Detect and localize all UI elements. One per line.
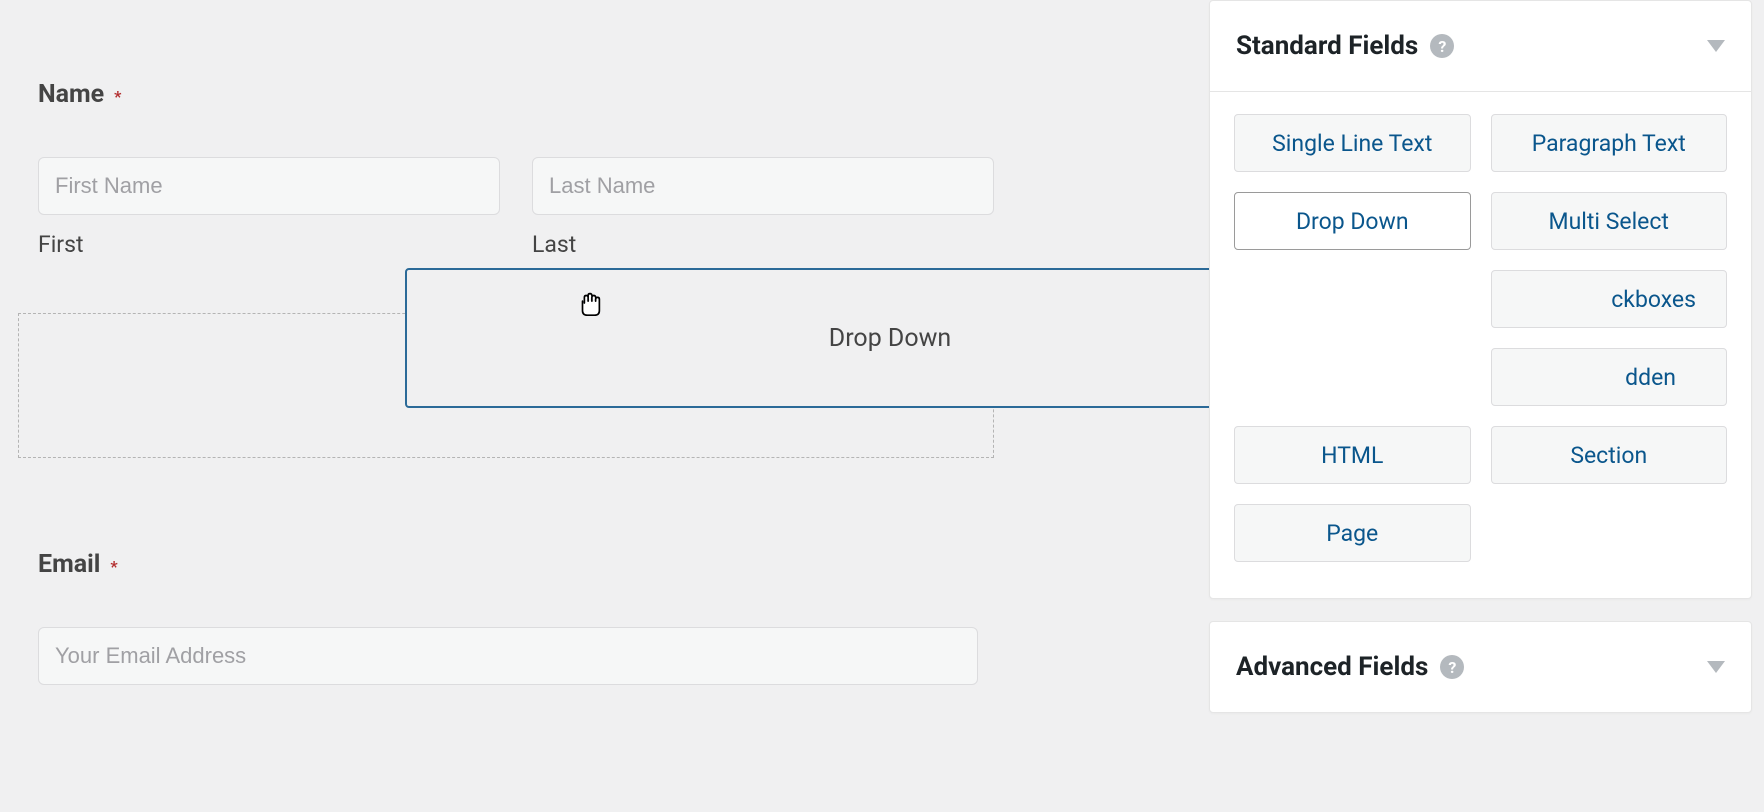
field-btn-label: Single Line Text bbox=[1272, 130, 1432, 157]
drag-ghost-label: Drop Down bbox=[829, 324, 951, 353]
name-field-label: Name bbox=[38, 80, 104, 109]
name-field-label-row: Name * bbox=[38, 80, 994, 109]
fields-sidebar: Standard Fields ? Single Line Text Parag… bbox=[1209, 0, 1764, 735]
field-btn-label: dden bbox=[1625, 364, 1676, 391]
name-field-block: Name * First Last bbox=[38, 0, 994, 258]
chevron-down-icon bbox=[1707, 40, 1725, 52]
help-icon[interactable]: ? bbox=[1430, 34, 1454, 58]
field-btn-single-line-text[interactable]: Single Line Text bbox=[1234, 114, 1471, 172]
field-btn-label: Section bbox=[1570, 442, 1647, 469]
standard-fields-header[interactable]: Standard Fields ? bbox=[1210, 1, 1751, 91]
standard-fields-panel: Standard Fields ? Single Line Text Parag… bbox=[1209, 0, 1752, 599]
email-field-label: Email bbox=[38, 550, 100, 579]
required-marker: * bbox=[114, 87, 121, 106]
email-input[interactable] bbox=[38, 627, 978, 685]
field-btn-drop-down[interactable]: Drop Down bbox=[1234, 192, 1471, 250]
field-btn-label: Multi Select bbox=[1549, 208, 1669, 235]
first-name-sublabel: First bbox=[38, 231, 500, 258]
last-name-sublabel: Last bbox=[532, 231, 994, 258]
advanced-fields-panel: Advanced Fields ? bbox=[1209, 621, 1752, 713]
chevron-down-icon bbox=[1707, 661, 1725, 673]
advanced-fields-title: Advanced Fields bbox=[1236, 652, 1428, 682]
field-btn-checkboxes[interactable]: ckboxes bbox=[1491, 270, 1728, 328]
required-marker: * bbox=[110, 557, 117, 576]
field-btn-label: Page bbox=[1326, 520, 1378, 547]
field-btn-html[interactable]: HTML bbox=[1234, 426, 1471, 484]
field-btn-label: Paragraph Text bbox=[1532, 130, 1686, 157]
field-btn-label: Drop Down bbox=[1296, 208, 1409, 235]
last-name-input[interactable] bbox=[532, 157, 994, 215]
field-btn-paragraph-text[interactable]: Paragraph Text bbox=[1491, 114, 1728, 172]
field-btn-hidden[interactable]: dden bbox=[1491, 348, 1728, 406]
field-btn-label: ckboxes bbox=[1611, 286, 1696, 313]
standard-fields-title: Standard Fields bbox=[1236, 31, 1418, 61]
field-btn-section[interactable]: Section bbox=[1491, 426, 1728, 484]
first-name-input[interactable] bbox=[38, 157, 500, 215]
field-btn-multi-select[interactable]: Multi Select bbox=[1491, 192, 1728, 250]
advanced-fields-header[interactable]: Advanced Fields ? bbox=[1210, 622, 1751, 712]
email-field-block: Email * bbox=[38, 550, 978, 685]
field-btn-label: HTML bbox=[1321, 442, 1383, 469]
field-btn-page[interactable]: Page bbox=[1234, 504, 1471, 562]
help-icon[interactable]: ? bbox=[1440, 655, 1464, 679]
standard-fields-body: Single Line Text Paragraph Text Drop Dow… bbox=[1210, 92, 1751, 598]
